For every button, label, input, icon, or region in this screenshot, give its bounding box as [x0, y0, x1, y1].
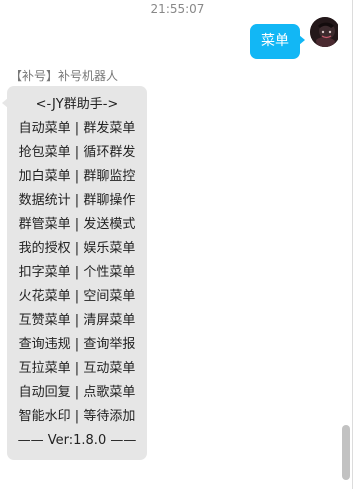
menu-line: 抢包菜单 | 循环群发: [18, 145, 136, 160]
menu-line: 火花菜单 | 空间菜单: [18, 289, 136, 304]
menu-line: 自动菜单 | 群发菜单: [18, 121, 136, 136]
message-timestamp: 21:55:07: [150, 2, 205, 16]
menu-line: 智能水印 | 等待添加: [18, 409, 136, 424]
menu-line: 加白菜单 | 群聊监控: [18, 169, 136, 184]
user-avatar-icon[interactable]: [310, 17, 340, 47]
menu-line: 互拉菜单 | 互动菜单: [18, 361, 136, 376]
menu-line: 查询违规 | 查询举报: [18, 337, 136, 352]
window-divider: [352, 0, 353, 489]
menu-line: 扣字菜单 | 个性菜单: [18, 265, 136, 280]
sender-name[interactable]: 【补号】补号机器人: [10, 68, 118, 84]
outgoing-message-bubble[interactable]: 菜单: [250, 24, 305, 59]
chat-message-area[interactable]: 21:55:07 菜单 【补号】补号机器人 <-JY群助手-> 自动菜单 | 群…: [0, 0, 355, 489]
menu-line: 数据统计 | 群聊操作: [18, 193, 136, 208]
incoming-message-bubble[interactable]: <-JY群助手-> 自动菜单 | 群发菜单 抢包菜单 | 循环群发 加白菜单 |…: [2, 86, 147, 460]
scrollbar-thumb[interactable]: [342, 425, 350, 480]
menu-line: 自动回复 | 点歌菜单: [18, 385, 136, 400]
menu-line: 我的授权 | 娱乐菜单: [18, 241, 136, 256]
avatar-image: [310, 17, 340, 47]
menu-line: 群管菜单 | 发送模式: [18, 217, 136, 232]
menu-title: <-JY群助手->: [35, 97, 119, 112]
menu-version: —— Ver:1.8.0 ——: [17, 433, 137, 448]
menu-line: 互赞菜单 | 清屏菜单: [18, 313, 136, 328]
